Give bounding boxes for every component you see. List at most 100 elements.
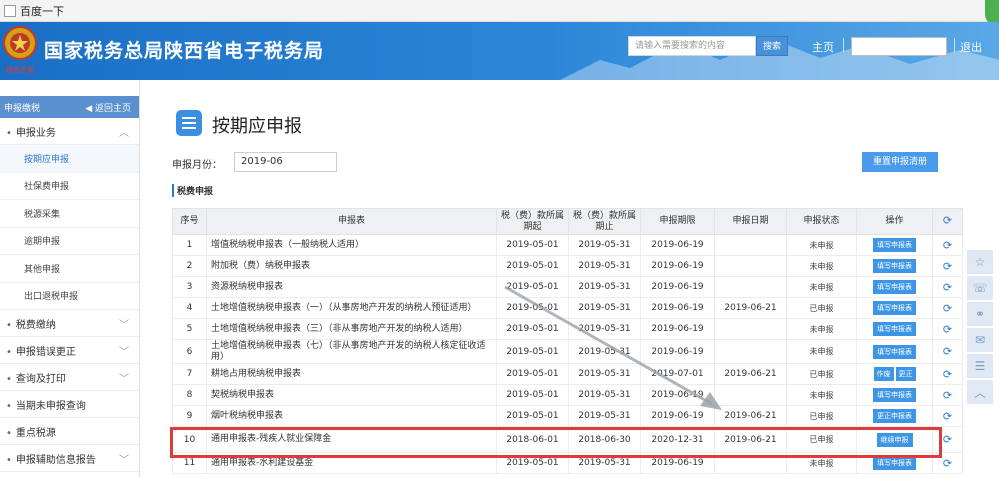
reset-declaration-button[interactable]: 重置申报清册 bbox=[862, 152, 938, 172]
column-header: 申报状态 bbox=[786, 208, 857, 235]
operation-cell: 填写申报表 bbox=[856, 297, 933, 319]
nav-item-overdue[interactable]: 逾期申报 bbox=[0, 228, 139, 255]
refresh-icon[interactable]: ⟳ bbox=[943, 214, 952, 227]
column-header: 序号 bbox=[172, 208, 207, 235]
status-badge: 已申报 bbox=[786, 297, 857, 319]
refresh-icon[interactable]: ⟳ bbox=[943, 345, 952, 358]
refresh-icon[interactable]: ⟳ bbox=[943, 368, 952, 381]
chat-icon[interactable]: ☏ bbox=[967, 276, 993, 300]
nav-group-undeclared[interactable]: • 当期未申报查询 bbox=[0, 391, 139, 418]
form-name: 通用申报表-残疾人就业保障金 bbox=[206, 426, 497, 453]
refresh-icon[interactable]: ⟳ bbox=[943, 389, 952, 402]
bullet-icon: • bbox=[6, 427, 12, 439]
refresh-icon[interactable]: ⟳ bbox=[943, 457, 952, 470]
deadline: 2019-06-19 bbox=[640, 339, 715, 364]
operation-button[interactable]: 作废 bbox=[873, 367, 894, 381]
nav-item-periodic-declaration[interactable]: 按期应申报 bbox=[0, 145, 139, 173]
declaration-date bbox=[714, 339, 787, 364]
refresh-cell: ⟳ bbox=[932, 452, 963, 474]
status-badge: 未申报 bbox=[786, 234, 857, 256]
operation-button[interactable]: 填写申报表 bbox=[873, 456, 916, 470]
row-number: 1 bbox=[172, 234, 207, 256]
back-home-label: 返回主页 bbox=[94, 103, 131, 114]
user-name-field[interactable] bbox=[851, 37, 947, 56]
period-label: 申报月份： bbox=[172, 160, 222, 171]
form-name: 烟叶税纳税申报表 bbox=[206, 405, 497, 427]
refresh-cell: ⟳ bbox=[932, 405, 963, 427]
logout-link[interactable]: 退出 bbox=[960, 39, 982, 55]
page-favicon-icon bbox=[4, 4, 16, 17]
deadline: 2019-06-19 bbox=[640, 405, 715, 427]
refresh-icon[interactable]: ⟳ bbox=[943, 323, 952, 336]
operation-cell: 填写申报表 bbox=[856, 339, 933, 364]
sidebar-header: 申报缴税 ◀ 返回主页 bbox=[0, 96, 139, 118]
period-start: 2019-05-01 bbox=[496, 318, 569, 340]
period-end: 2019-05-31 bbox=[568, 384, 641, 406]
sidebar: 申报缴税 ◀ 返回主页 • 申报业务 ︿ 按期应申报 社保费申报 税源采集 逾期申… bbox=[0, 80, 140, 477]
period-input[interactable]: 2019-06 bbox=[234, 152, 337, 172]
nav-group-key-tax-source[interactable]: • 重点税源 bbox=[0, 418, 139, 445]
operation-button[interactable]: 填写申报表 bbox=[873, 301, 916, 315]
link-icon[interactable]: ⚭ bbox=[967, 302, 993, 326]
operation-button[interactable]: 填写申报表 bbox=[873, 322, 916, 336]
back-home-link[interactable]: ◀ 返回主页 bbox=[85, 101, 131, 114]
nav-group-query-print[interactable]: • 查询及打印 ﹀ bbox=[0, 364, 139, 391]
operation-button[interactable]: 填写申报表 bbox=[873, 344, 916, 359]
operation-button[interactable]: 继续申报 bbox=[876, 432, 913, 447]
refresh-icon[interactable]: ⟳ bbox=[943, 302, 952, 315]
chevron-down-icon: ﹀ bbox=[119, 346, 129, 358]
star-icon[interactable]: ☆ bbox=[967, 250, 993, 274]
form-name: 土地增值税纳税申报表（七）（非从事房地产开发的纳税人核定征收适用） bbox=[206, 339, 497, 364]
status-badge: 已申报 bbox=[786, 363, 857, 385]
message-icon[interactable]: ✉ bbox=[967, 328, 993, 352]
refresh-icon-header[interactable]: ⟳ bbox=[932, 208, 963, 235]
table-row: 4 土地增值税纳税申报表（一）（从事房地产开发的纳税人预征适用） 2019-05-0… bbox=[172, 297, 963, 319]
deadline: 2019-06-19 bbox=[640, 255, 715, 277]
declaration-date bbox=[714, 276, 787, 298]
refresh-cell: ⟳ bbox=[932, 363, 963, 385]
operation-button[interactable]: 填写申报表 bbox=[873, 388, 916, 402]
nav-item-social-security[interactable]: 社保费申报 bbox=[0, 173, 139, 200]
declaration-date: 2019-06-21 bbox=[714, 297, 787, 319]
operation-button[interactable]: 填写申报表 bbox=[873, 238, 916, 252]
refresh-cell: ⟳ bbox=[932, 426, 963, 453]
refresh-icon[interactable]: ⟳ bbox=[943, 281, 952, 294]
nav-group-correction[interactable]: • 申报错误更正 ﹀ bbox=[0, 337, 139, 364]
home-link[interactable]: 主页 bbox=[812, 39, 834, 55]
status-badge: 已申报 bbox=[786, 405, 857, 427]
nav-group-payment[interactable]: • 税费缴纳 ﹀ bbox=[0, 310, 139, 337]
refresh-icon[interactable]: ⟳ bbox=[943, 410, 952, 423]
deadline: 2019-06-19 bbox=[640, 452, 715, 474]
document-icon[interactable]: ☰ bbox=[967, 354, 993, 378]
status-badge: 未申报 bbox=[786, 255, 857, 277]
status-badge: 未申报 bbox=[786, 384, 857, 406]
nav-item-tax-source[interactable]: 税源采集 bbox=[0, 200, 139, 228]
column-header: 申报日期 bbox=[714, 208, 787, 235]
operation-button[interactable]: 填写申报表 bbox=[873, 259, 916, 273]
search-input[interactable]: 请输入需要搜索的内容 bbox=[628, 36, 756, 56]
operation-button[interactable]: 更正 bbox=[895, 367, 916, 381]
declaration-date: 2019-06-21 bbox=[714, 363, 787, 385]
declaration-table: 序号 申报表 税（费）款所属期起 税（费）款所属期止 申报期限 申报日期 申报状… bbox=[172, 208, 963, 474]
nav-item-other[interactable]: 其他申报 bbox=[0, 255, 139, 283]
nav-group-declaration[interactable]: • 申报业务 ︿ bbox=[0, 118, 139, 145]
nav-group-label: 当期未申报查询 bbox=[15, 400, 86, 412]
operation-button[interactable]: 填写申报表 bbox=[873, 280, 916, 294]
table-row: 2 附加税（费）纳税申报表 2019-05-01 2019-05-31 2019-06-… bbox=[172, 255, 963, 277]
table-row: 8 契税纳税申报表 2019-05-01 2019-05-31 2019-06-19 未申… bbox=[172, 384, 963, 406]
refresh-icon[interactable]: ⟳ bbox=[943, 260, 952, 273]
refresh-icon[interactable]: ⟳ bbox=[943, 433, 952, 446]
deadline: 2019-06-19 bbox=[640, 318, 715, 340]
search-button[interactable]: 搜索 bbox=[756, 36, 788, 56]
declaration-date bbox=[714, 255, 787, 277]
column-header: 税（费）款所属期起 bbox=[496, 208, 569, 235]
operation-button[interactable]: 更正申报表 bbox=[873, 409, 916, 423]
nav-group-label: 重点税源 bbox=[15, 427, 56, 439]
period-end: 2019-05-31 bbox=[568, 363, 641, 385]
refresh-icon[interactable]: ⟳ bbox=[943, 239, 952, 252]
nav-group-aux-report[interactable]: • 申报辅助信息报告 ﹀ bbox=[0, 445, 139, 472]
nav-item-export-refund[interactable]: 出口退税申报 bbox=[0, 283, 139, 310]
up-arrow-icon[interactable]: ︿ bbox=[967, 380, 993, 404]
refresh-cell: ⟳ bbox=[932, 276, 963, 298]
deadline: 2019-06-19 bbox=[640, 297, 715, 319]
